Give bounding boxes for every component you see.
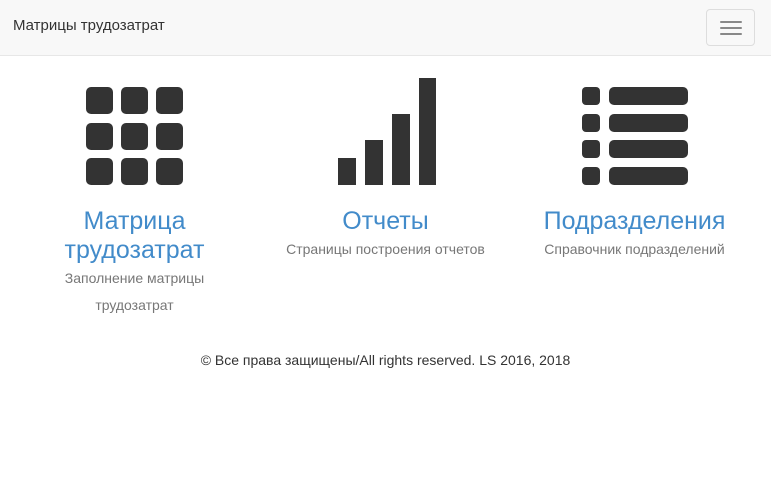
tile-matrix-title[interactable]: Матрица трудозатрат — [6, 207, 263, 265]
list-icon[interactable] — [580, 76, 690, 186]
navbar-brand[interactable]: Матрицы трудозатрат — [13, 17, 165, 34]
tile-matrix-title-line1: Матрица — [83, 207, 186, 235]
grid-icon[interactable] — [85, 76, 185, 186]
footer-copyright: © Все права защищены/All rights reserved… — [200, 352, 571, 368]
navbar: Матрицы трудозатрат — [0, 0, 771, 56]
tile-reports: Отчеты Страницы построения отчетов — [257, 76, 514, 263]
tile-departments-description: Справочник подразделений — [544, 241, 725, 257]
tile-reports-description: Страницы построения отчетов — [286, 241, 485, 257]
tile-reports-title[interactable]: Отчеты — [257, 207, 514, 236]
hamburger-menu-icon — [719, 20, 742, 23]
navbar-toggle-button[interactable] — [706, 9, 755, 46]
tile-matrix-desc-line1: Заполнение матрицы — [64, 270, 205, 286]
tile-matrix-title-line2: трудозатрат — [64, 236, 205, 264]
tile-matrix-description: Заполнение матрицы трудозатрат — [6, 265, 263, 319]
tile-departments: Подразделения Справочник подразделений — [506, 76, 763, 263]
tile-departments-title[interactable]: Подразделения — [506, 207, 763, 236]
tile-matrix: Матрица трудозатрат Заполнение матрицы т… — [6, 76, 263, 319]
bar-chart-icon[interactable] — [336, 76, 436, 186]
tile-matrix-desc-line2: трудозатрат — [95, 297, 174, 313]
